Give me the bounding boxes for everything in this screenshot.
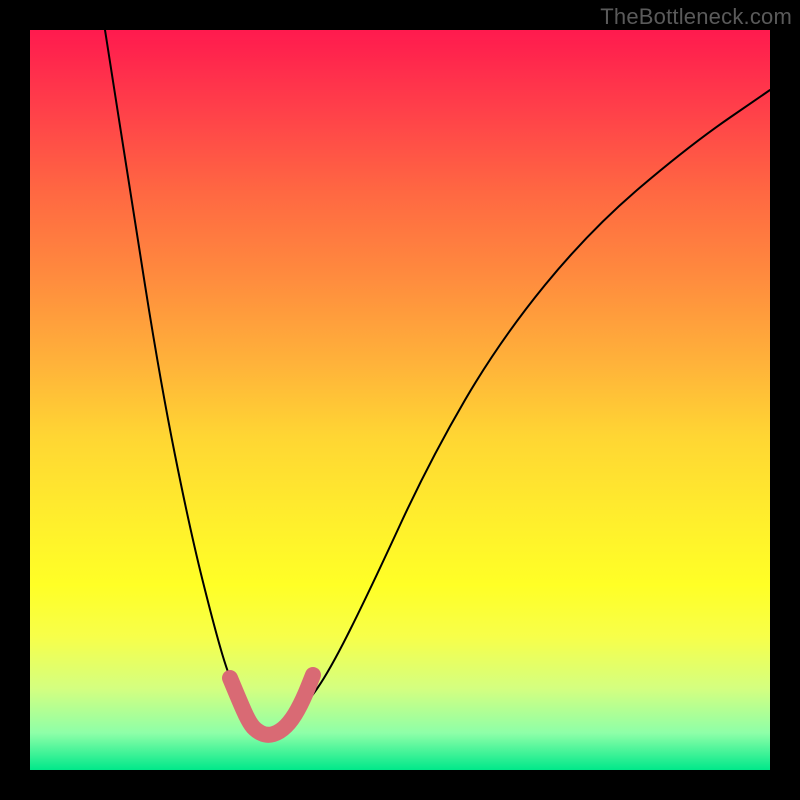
watermark-text: TheBottleneck.com — [600, 4, 792, 30]
chart-svg — [30, 30, 770, 770]
chart-plot-area — [30, 30, 770, 770]
bottleneck-curve-path — [105, 30, 770, 730]
highlight-valley-path — [230, 675, 313, 735]
